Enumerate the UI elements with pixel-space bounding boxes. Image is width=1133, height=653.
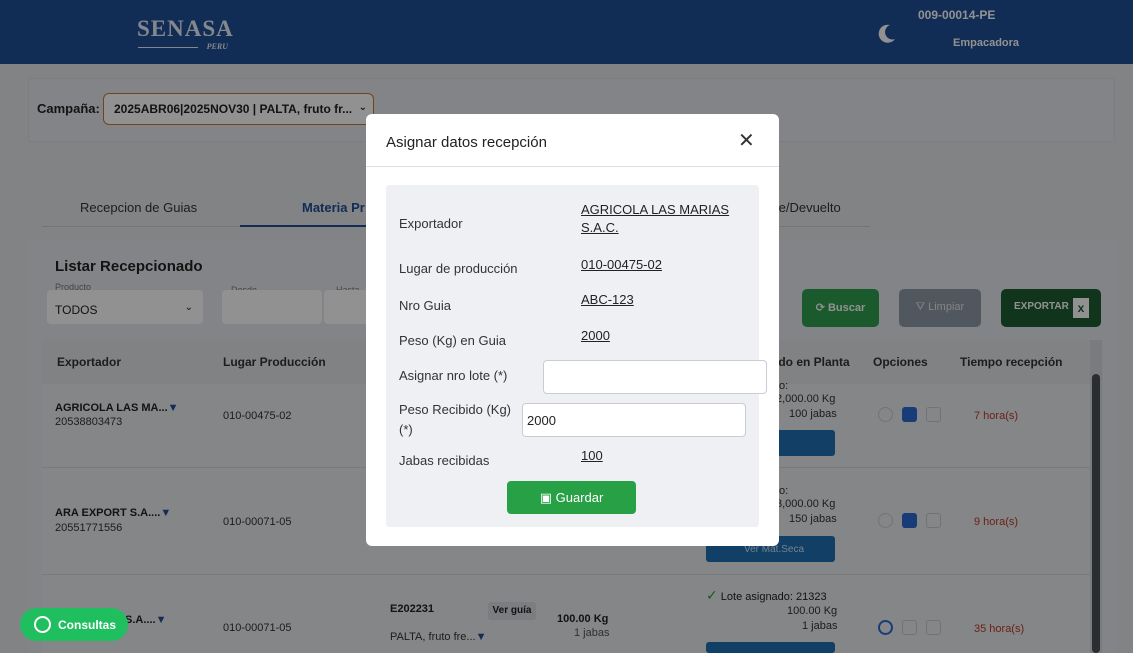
jabas-label: Jabas recibidas <box>399 453 490 468</box>
lugar-value[interactable]: 010-00475-02 <box>581 257 662 272</box>
whatsapp-icon <box>34 616 51 633</box>
guardar-button[interactable]: ▣ Guardar <box>507 481 636 514</box>
modal-title: Asignar datos recepción <box>386 134 547 151</box>
modal-body: Exportador AGRICOLA LAS MARIAS S.A.C. Lu… <box>386 185 767 527</box>
consultas-button[interactable]: Consultas <box>20 608 128 641</box>
close-icon[interactable]: ✕ <box>738 128 755 153</box>
exportador-label: Exportador <box>399 216 463 231</box>
guia-value[interactable]: ABC-123 <box>581 292 634 307</box>
exportador-value-2[interactable]: S.A.C. <box>581 220 619 235</box>
jabas-value: 100 <box>581 448 603 463</box>
lote-input[interactable] <box>543 360 767 394</box>
guia-label: Nro Guia <box>399 298 452 313</box>
peso-recibido-input[interactable]: 2000 <box>522 403 746 437</box>
peso-recibido-label-req: (*) <box>399 422 413 437</box>
exportador-value-1[interactable]: AGRICOLA LAS MARIAS <box>581 202 729 217</box>
consultas-label: Consultas <box>58 618 117 632</box>
guardar-label: Guardar <box>555 490 604 505</box>
peso-guia-value: 2000 <box>581 328 610 343</box>
peso-guia-label: Peso (Kg) en Guia <box>399 333 506 348</box>
lote-label: Asignar nro lote (*) <box>399 368 508 383</box>
assign-reception-modal: Asignar datos recepción ✕ Exportador AGR… <box>366 114 779 546</box>
peso-recibido-label: Peso Recibido (Kg) <box>399 402 511 417</box>
save-icon: ▣ <box>539 490 552 505</box>
lugar-label: Lugar de producción <box>399 261 518 276</box>
